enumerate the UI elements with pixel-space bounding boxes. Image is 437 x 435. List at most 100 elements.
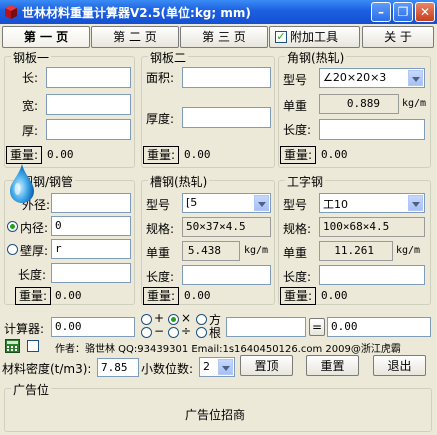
- length-label: 长度:: [283, 123, 312, 137]
- wall-thickness-radio[interactable]: [7, 244, 18, 255]
- weight-result: 0.00: [184, 289, 211, 302]
- weight-button[interactable]: 重量:: [15, 287, 51, 305]
- pin-on-top-button[interactable]: 置顶: [240, 355, 293, 376]
- close-button[interactable]: ✕: [415, 2, 435, 22]
- length-input[interactable]: [319, 265, 425, 285]
- ad-text: 广告位招商: [185, 408, 246, 422]
- density-label: 材料密度(t/m3):: [2, 362, 92, 376]
- op-root-label: 根: [209, 326, 222, 340]
- length-label: 长度:: [146, 270, 175, 284]
- chevron-down-icon[interactable]: [254, 195, 269, 211]
- weight-result: 0.00: [184, 148, 211, 161]
- tab-page-3[interactable]: 第 三 页: [180, 26, 268, 48]
- length-input[interactable]: [51, 263, 131, 283]
- extra-tools-label: 附加工具: [290, 30, 339, 44]
- spec-field: 100×68×4.5: [319, 217, 425, 237]
- i-beam-group: 工字钢 型号 工10 规格: 100×68×4.5 单重 11.261 kg/m…: [278, 173, 431, 305]
- op-multiply-label: ×: [181, 311, 192, 325]
- weight-button[interactable]: 重量:: [143, 146, 179, 164]
- exit-button[interactable]: 退出: [373, 355, 426, 376]
- length-input[interactable]: [319, 119, 425, 140]
- restore-button[interactable]: ❐: [393, 2, 413, 22]
- i-beam-model-select[interactable]: 工10: [319, 193, 425, 213]
- decimals-select[interactable]: 2: [199, 357, 235, 377]
- chevron-down-icon[interactable]: [408, 70, 423, 86]
- steel-plate-2-group: 钢板二 面积: 厚度: 重量: 0.00: [141, 49, 275, 168]
- extra-tools-toggle[interactable]: ✓ 附加工具: [269, 26, 360, 48]
- inner-diameter-radio[interactable]: [7, 221, 18, 232]
- unit-weight-field: 0.889: [319, 94, 399, 114]
- model-label: 型号: [283, 73, 308, 87]
- unit-weight-label: 单重: [146, 246, 171, 260]
- weight-result: 0.00: [321, 148, 348, 161]
- unit-label: kg/m: [396, 245, 421, 256]
- area-input[interactable]: [182, 67, 271, 88]
- calculator-operand-2[interactable]: [226, 317, 306, 337]
- op-plus-radio[interactable]: [141, 314, 152, 325]
- author-checkbox[interactable]: [27, 340, 39, 352]
- angle-steel-title: 角钢(热轧): [285, 49, 347, 66]
- weight-button[interactable]: 重量:: [280, 146, 316, 164]
- op-divide-radio[interactable]: [168, 327, 179, 338]
- channel-model-select[interactable]: [5: [182, 193, 271, 213]
- length-input[interactable]: [182, 265, 271, 285]
- weight-result: 0.00: [47, 148, 74, 161]
- thickness-input[interactable]: [46, 119, 131, 140]
- chevron-down-icon[interactable]: [408, 195, 423, 211]
- inner-diameter-label: 内径:: [20, 221, 49, 235]
- steel-plate-1-group: 钢板一 长: 宽: 厚: 重量: 0.00: [4, 49, 135, 168]
- about-button[interactable]: 关 于: [362, 26, 434, 48]
- op-root-radio[interactable]: [196, 327, 207, 338]
- length-input[interactable]: [46, 67, 131, 88]
- inner-diameter-input[interactable]: 0: [51, 216, 131, 236]
- length-label: 长度:: [18, 268, 47, 282]
- author-info: 作者：骆世林 QQ:93439301 Email:1s1640450126.co…: [55, 344, 401, 355]
- wall-thickness-input[interactable]: r: [51, 239, 131, 259]
- extra-tools-checkbox[interactable]: ✓: [275, 31, 287, 43]
- outer-diameter-input[interactable]: [51, 193, 131, 213]
- equals-button[interactable]: =: [309, 318, 325, 336]
- weight-button[interactable]: 重量:: [143, 287, 179, 305]
- tab-page-2[interactable]: 第 二 页: [91, 26, 179, 48]
- app-cube-icon: [5, 5, 17, 19]
- angle-model-select[interactable]: ∠20×20×3: [319, 68, 425, 88]
- op-plus-label: +: [154, 311, 165, 325]
- op-divide-label: ÷: [181, 324, 192, 338]
- width-input[interactable]: [46, 94, 131, 115]
- spec-field: 50×37×4.5: [182, 217, 271, 237]
- unit-label: kg/m: [244, 245, 269, 256]
- width-label: 宽:: [22, 99, 39, 113]
- area-label: 面积:: [146, 71, 175, 85]
- thickness-label: 厚:: [22, 124, 39, 138]
- decimals-value: 2: [203, 360, 210, 373]
- i-beam-title: 工字钢: [285, 173, 326, 190]
- restore-icon: ❐: [397, 5, 409, 19]
- calculator-icon[interactable]: [5, 339, 20, 353]
- op-power-radio[interactable]: [196, 314, 207, 325]
- chevron-down-icon[interactable]: [218, 359, 233, 375]
- ad-title: 广告位: [11, 381, 52, 398]
- density-input[interactable]: 7.85: [97, 358, 139, 377]
- op-multiply-radio[interactable]: [168, 314, 179, 325]
- reset-button[interactable]: 重置: [306, 355, 359, 376]
- length-label: 长度:: [283, 270, 312, 284]
- window-title: 世林材料重量计算器V2.5(单位:kg; mm): [22, 6, 251, 20]
- title-bar[interactable]: 世林材料重量计算器V2.5(单位:kg; mm) – ❐ ✕: [0, 0, 437, 24]
- channel-model-value: [5: [186, 196, 198, 209]
- model-label: 型号: [146, 198, 171, 212]
- length-label: 长:: [22, 71, 39, 85]
- minimize-button[interactable]: –: [371, 2, 391, 22]
- minimize-icon: –: [378, 5, 384, 19]
- thickness-input[interactable]: [182, 107, 271, 128]
- channel-steel-title: 槽钢(热轧): [148, 173, 210, 190]
- calculator-result: 0.00: [327, 317, 431, 337]
- water-drop-icon: [10, 164, 34, 203]
- decimals-label: 小数位数:: [141, 362, 194, 376]
- calculator-operand-1[interactable]: 0.00: [51, 317, 135, 337]
- op-minus-radio[interactable]: [141, 327, 152, 338]
- unit-weight-label: 单重: [283, 246, 308, 260]
- unit-weight-field: 5.438: [182, 241, 240, 261]
- i-beam-model-value: 工10: [323, 198, 348, 211]
- tab-page-1[interactable]: 第 一 页: [2, 26, 90, 48]
- weight-button[interactable]: 重量:: [280, 287, 316, 305]
